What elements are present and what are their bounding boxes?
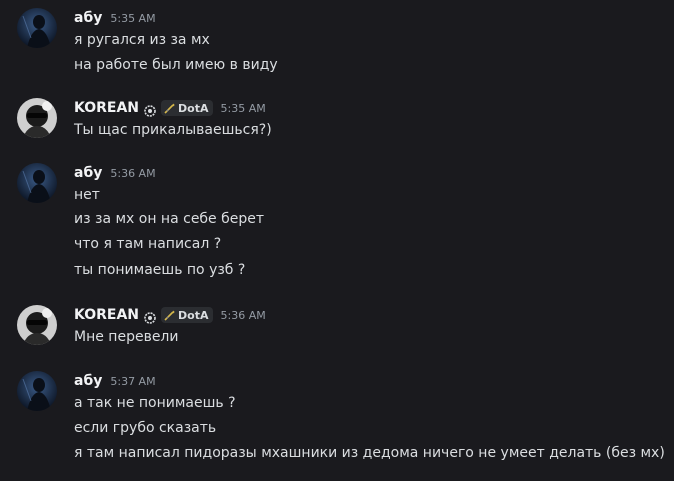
avatar-korean[interactable] [17, 305, 57, 345]
message-header: абу 5:37 AM [74, 371, 156, 391]
message-header: абу 5:35 AM [74, 8, 156, 28]
message-header: KOREAN DotA 5:36 AM [74, 305, 266, 325]
guild-tag[interactable]: DotA [161, 307, 213, 323]
swords-icon [164, 103, 175, 114]
avatar-abu[interactable] [17, 371, 57, 411]
username[interactable]: KOREAN [74, 100, 139, 116]
timestamp[interactable]: 5:37 AM [110, 375, 155, 388]
avatar-abu[interactable] [17, 163, 57, 203]
avatar-korean[interactable] [17, 98, 57, 138]
message-text: я ругался из за мх [74, 32, 210, 48]
swords-icon [164, 310, 175, 321]
message-text: а так не понимаешь ? [74, 395, 236, 411]
message-text: на работе был имею в виду [74, 57, 278, 73]
message-text: из за мх он на себе берет [74, 211, 265, 227]
message-text: нет [74, 187, 100, 203]
username[interactable]: KOREAN [74, 307, 139, 323]
timestamp[interactable]: 5:35 AM [221, 102, 266, 115]
username[interactable]: абу [74, 10, 102, 26]
guild-tag[interactable]: DotA [161, 100, 213, 116]
message-text: если грубо сказать [74, 420, 217, 436]
avatar-abu[interactable] [17, 8, 57, 48]
message-header: KOREAN DotA 5:35 AM [74, 98, 266, 118]
timestamp[interactable]: 5:36 AM [110, 167, 155, 180]
message-text: ты понимаешь по узб ? [74, 262, 246, 278]
timestamp[interactable]: 5:36 AM [221, 309, 266, 322]
gear-badge-icon[interactable] [144, 102, 156, 117]
message-text: Мне перевели [74, 329, 179, 345]
message-text: что я там написал ? [74, 236, 222, 252]
guild-tag-label: DotA [178, 101, 209, 115]
gear-badge-icon[interactable] [144, 309, 156, 324]
username[interactable]: абу [74, 165, 102, 181]
username[interactable]: абу [74, 373, 102, 389]
message-text: Ты щас прикалываешься?) [74, 122, 272, 138]
timestamp[interactable]: 5:35 AM [110, 12, 155, 25]
message-text: я там написал пидоразы мхашники из дедом… [74, 445, 665, 461]
guild-tag-label: DotA [178, 308, 209, 322]
message-header: абу 5:36 AM [74, 163, 156, 183]
